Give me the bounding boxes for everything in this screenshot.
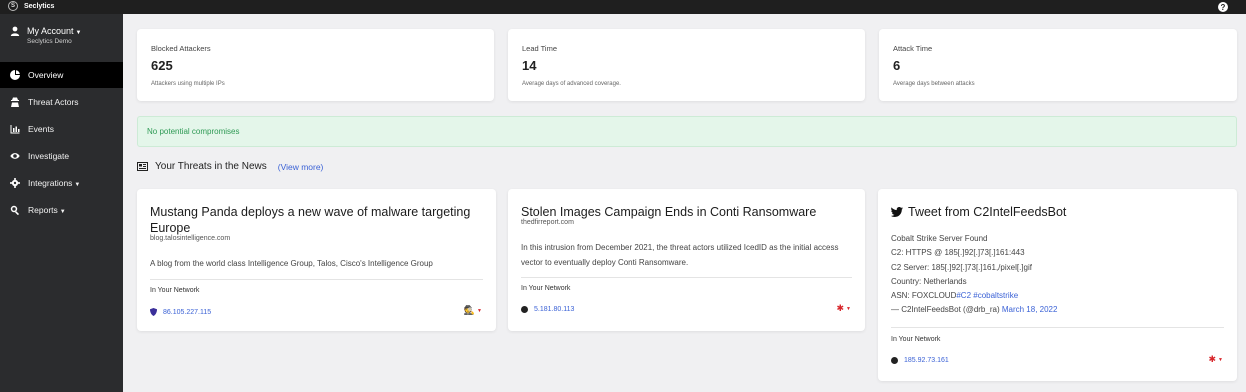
brand-name: Seclytics bbox=[24, 2, 55, 10]
shield-icon bbox=[150, 308, 157, 316]
bug-dropdown[interactable]: ✱ ▼ bbox=[837, 303, 852, 314]
nav-investigate[interactable]: Investigate bbox=[0, 143, 123, 169]
tweet-body: Cobalt Strike Server Found C2: HTTPS @ 1… bbox=[891, 232, 1221, 318]
circle-icon bbox=[521, 306, 528, 313]
asn-text: ASN: FOXCLOUD bbox=[891, 291, 957, 301]
tweet-date-link[interactable]: March 18, 2022 bbox=[1002, 305, 1058, 314]
account-menu[interactable]: My Account ▼ Seclytics Demo bbox=[10, 26, 81, 45]
tweet-card[interactable]: Tweet from C2IntelFeedsBot Cobalt Strike… bbox=[878, 189, 1237, 381]
bug-icon: ✱ bbox=[1208, 354, 1217, 364]
top-bar: S Seclytics ? bbox=[0, 0, 1246, 14]
tweet-line: C2: HTTPS @ 185[.]92[.]73[.]161:443 bbox=[891, 248, 1025, 258]
in-network-label: In Your Network bbox=[891, 336, 941, 343]
byline-text: — C2IntelFeedsBot (@drb_ra) bbox=[891, 305, 1002, 315]
news-heading-label: Your Threats in the News bbox=[155, 161, 267, 172]
user-secret-icon: 🕵 bbox=[463, 305, 476, 315]
tweet-asn-line: ASN: FOXCLOUD#C2 #cobaltstrike bbox=[891, 289, 1221, 303]
stat-value: 6 bbox=[893, 58, 901, 73]
news-card-body: A blog from the world class Intelligence… bbox=[150, 259, 433, 268]
stat-card-attack-time: Attack Time 6 Average days between attac… bbox=[879, 29, 1237, 101]
divider bbox=[150, 279, 483, 280]
hashtag-links[interactable]: #C2 #cobaltstrike bbox=[956, 291, 1018, 300]
stat-label: Attack Time bbox=[893, 44, 933, 53]
brand[interactable]: S Seclytics bbox=[8, 1, 54, 11]
tweet-line: Cobalt Strike Server Found bbox=[891, 234, 988, 243]
bug-icon: ✱ bbox=[836, 303, 845, 313]
news-card-source: blog.talosintelligence.com bbox=[150, 235, 231, 242]
nav-label: Events bbox=[28, 124, 54, 134]
ip-link[interactable]: 185.92.73.161 bbox=[891, 357, 949, 364]
user-icon bbox=[10, 26, 20, 36]
stat-desc: Average days of advanced coverage. bbox=[522, 81, 621, 87]
stat-label: Lead Time bbox=[522, 44, 558, 53]
ip-link[interactable]: 5.181.80.113 bbox=[521, 306, 574, 313]
nav-label: Overview bbox=[28, 70, 64, 80]
sidebar: My Account ▼ Seclytics Demo Overview Thre… bbox=[0, 14, 123, 392]
nav-reports[interactable]: Reports ▼ bbox=[0, 197, 123, 223]
ip-address: 86.105.227.115 bbox=[163, 308, 212, 316]
search-icon bbox=[10, 205, 20, 215]
stat-desc: Average days between attacks bbox=[893, 81, 975, 87]
bug-dropdown[interactable]: ✱ ▼ bbox=[1209, 354, 1224, 365]
caret-down-icon: ▼ bbox=[59, 209, 66, 215]
in-network-label: In Your Network bbox=[150, 287, 200, 294]
news-card[interactable]: Mustang Panda deploys a new wave of malw… bbox=[137, 189, 496, 331]
threat-actor-dropdown[interactable]: 🕵 ▼ bbox=[464, 305, 482, 316]
ip-link[interactable]: 86.105.227.115 bbox=[150, 308, 211, 316]
eye-icon bbox=[10, 151, 20, 161]
seclytics-logo-icon: S bbox=[8, 1, 18, 11]
nav-overview[interactable]: Overview bbox=[0, 62, 123, 88]
nav-threat-actors[interactable]: Threat Actors bbox=[0, 89, 123, 115]
news-card[interactable]: Stolen Images Campaign Ends in Conti Ran… bbox=[508, 189, 865, 331]
caret-down-icon: ▼ bbox=[846, 305, 851, 312]
twitter-icon bbox=[891, 207, 903, 217]
nav-label: Reports bbox=[28, 205, 58, 215]
tweet-card-header: Tweet from C2IntelFeedsBot bbox=[891, 204, 1221, 220]
nav-integrations[interactable]: Integrations ▼ bbox=[0, 170, 123, 196]
circle-icon bbox=[891, 357, 898, 364]
stat-card-blocked-attackers: Blocked Attackers 625 Attackers using mu… bbox=[137, 29, 494, 101]
news-card-body: In this intrusion from December 2021, th… bbox=[521, 243, 839, 267]
tweet-line: C2 Server: 185[.]92[.]73[.]161,/pixel[.]… bbox=[891, 262, 1032, 272]
ip-address: 185.92.73.161 bbox=[904, 357, 949, 364]
account-org: Seclytics Demo bbox=[27, 38, 72, 45]
caret-down-icon: ▼ bbox=[477, 307, 482, 314]
divider bbox=[521, 277, 852, 278]
pie-chart-icon bbox=[10, 70, 20, 80]
caret-down-icon: ▼ bbox=[1218, 356, 1223, 363]
account-label: My Account bbox=[27, 26, 74, 36]
ip-address: 5.181.80.113 bbox=[534, 306, 575, 313]
help-icon[interactable]: ? bbox=[1218, 2, 1228, 12]
newspaper-icon bbox=[137, 162, 148, 171]
news-card-title[interactable]: Mustang Panda deploys a new wave of malw… bbox=[150, 204, 490, 236]
stat-value: 625 bbox=[151, 58, 173, 73]
view-more-link[interactable]: (View more) bbox=[278, 162, 324, 172]
user-secret-icon bbox=[10, 97, 20, 107]
stat-card-lead-time: Lead Time 14 Average days of advanced co… bbox=[508, 29, 865, 101]
tweet-line: Country: Netherlands bbox=[891, 276, 967, 286]
stat-value: 14 bbox=[522, 58, 537, 73]
news-heading: Your Threats in the News (View more) bbox=[137, 161, 323, 172]
nav-label: Integrations bbox=[28, 178, 73, 188]
caret-down-icon: ▼ bbox=[75, 30, 82, 36]
in-network-label: In Your Network bbox=[521, 285, 571, 292]
news-card-source: thedfirreport.com bbox=[521, 219, 574, 226]
compromise-alert: No potential compromises bbox=[137, 116, 1237, 147]
alert-text: No potential compromises bbox=[147, 127, 240, 136]
tweet-card-title: Tweet from C2IntelFeedsBot bbox=[908, 205, 1067, 219]
stat-label: Blocked Attackers bbox=[151, 44, 211, 53]
divider bbox=[891, 327, 1224, 328]
nav-events[interactable]: Events bbox=[0, 116, 123, 142]
tweet-byline: — C2IntelFeedsBot (@drb_ra) March 18, 20… bbox=[891, 303, 1221, 317]
nav-label: Threat Actors bbox=[28, 97, 79, 107]
news-card-title[interactable]: Stolen Images Campaign Ends in Conti Ran… bbox=[521, 204, 856, 220]
stat-desc: Attackers using multiple IPs bbox=[151, 81, 225, 87]
bar-chart-icon bbox=[10, 124, 20, 134]
nav-label: Investigate bbox=[28, 151, 70, 161]
caret-down-icon: ▼ bbox=[74, 182, 81, 188]
cog-icon bbox=[10, 178, 20, 188]
